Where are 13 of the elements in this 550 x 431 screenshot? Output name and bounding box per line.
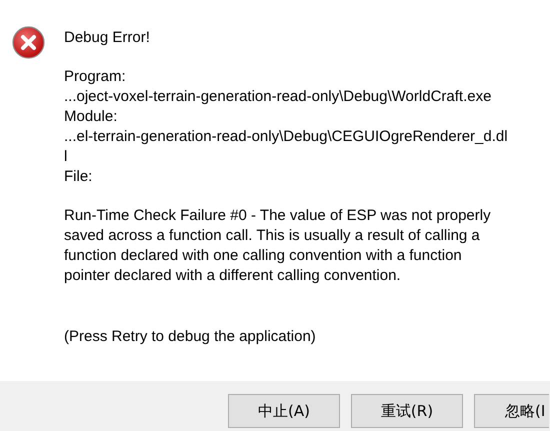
- module-path: l: [64, 147, 68, 167]
- dialog-button[interactable]: 中止(A): [228, 394, 340, 428]
- hint-text: (Press Retry to debug the application): [64, 327, 317, 347]
- module-path: ...el-terrain-generation-read-only\Debug\CEGUIOgreRenderer_d.dl: [64, 127, 508, 147]
- dialog-button[interactable]: 忽略(I: [474, 394, 549, 428]
- module-label: Module:: [64, 107, 118, 127]
- dialog-title: Debug Error!: [64, 28, 151, 48]
- file-label: File:: [64, 167, 94, 187]
- program-label: Program:: [64, 67, 127, 87]
- error-message: Run-Time Check Failure #0 - The value of ESP was not properly saved across a function call. This is usually a result of calling a function declared with one calling convention with a function pointer declared with a different calling convention.: [64, 206, 492, 286]
- program-path: ...oject-voxel-terrain-generation-read-only\Debug\WorldCraft.exe: [64, 87, 492, 107]
- dialog-button[interactable]: 重试(R): [351, 394, 463, 428]
- error-icon: [12, 26, 45, 59]
